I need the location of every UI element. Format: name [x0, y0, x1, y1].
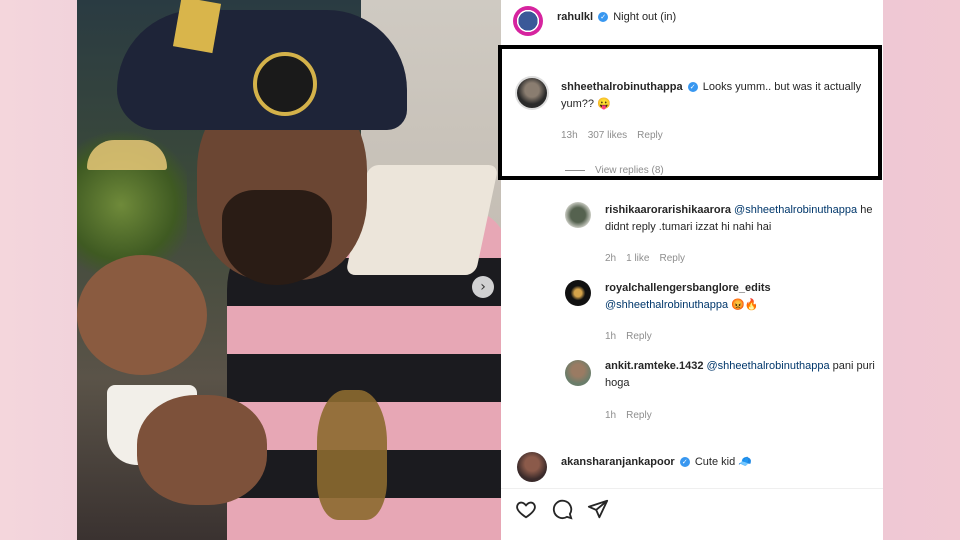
post-actions — [515, 498, 609, 525]
person-hand-holding-cup — [137, 395, 267, 505]
background-umbrella — [87, 140, 167, 170]
divider — [501, 488, 883, 489]
comment: akansharanjankapoor ✓ Cute kid 🧢 — [561, 454, 877, 471]
avatar[interactable] — [565, 202, 591, 228]
comment-meta: 1h Reply — [605, 331, 652, 342]
avatar[interactable] — [513, 6, 543, 36]
heart-icon[interactable] — [515, 498, 537, 525]
reply-button[interactable]: Reply — [626, 410, 652, 421]
cap-badge — [253, 52, 317, 116]
comment-meta: 2h 1 like Reply — [605, 253, 685, 264]
comment-username[interactable]: ankit.ramteke.1432 — [605, 360, 703, 372]
comment-meta: 1h Reply — [605, 410, 652, 421]
avatar[interactable] — [517, 452, 547, 482]
comment-icon[interactable] — [551, 498, 573, 525]
mention-link[interactable]: @shheethalrobinuthappa — [605, 299, 728, 311]
comment-username[interactable]: royalchallengersbanglore_edits — [605, 282, 771, 294]
reply-button[interactable]: Reply — [626, 331, 652, 342]
mention-link[interactable]: @shheethalrobinuthappa — [707, 360, 830, 372]
verified-badge-icon: ✓ — [598, 12, 609, 23]
person-hand — [77, 255, 207, 375]
post-caption: rahulkl ✓ Night out (in) — [557, 9, 877, 26]
avatar[interactable] — [565, 360, 591, 386]
post-video[interactable]: › — [77, 0, 501, 540]
comment-time: 2h — [605, 253, 617, 264]
comment-text: 😡🔥 — [728, 299, 759, 311]
comment-likes[interactable]: 1 like — [626, 253, 649, 264]
comment-time: 1h — [605, 331, 617, 342]
author-username[interactable]: rahulkl — [557, 11, 593, 23]
chevron-right-icon[interactable]: › — [472, 276, 494, 298]
send-icon[interactable] — [587, 498, 609, 525]
reply-comment: royalchallengersbanglore_edits @shheetha… — [605, 280, 881, 314]
caption-text: Night out (in) — [613, 11, 677, 23]
verified-badge-icon: ✓ — [679, 457, 690, 468]
highlight-box — [498, 45, 882, 180]
comment-time: 1h — [605, 410, 617, 421]
comment-username[interactable]: akansharanjankapoor — [561, 456, 675, 468]
shirt-embroidery — [317, 390, 387, 520]
shirt-collar — [345, 165, 499, 275]
comment-text: Cute kid 🧢 — [694, 456, 752, 468]
reply-button[interactable]: Reply — [659, 253, 685, 264]
avatar[interactable] — [565, 280, 591, 306]
reply-comment: ankit.ramteke.1432 @shheethalrobinuthapp… — [605, 358, 881, 392]
comment-username[interactable]: rishikaarorarishikaarora — [605, 204, 731, 216]
person-beard — [222, 190, 332, 285]
mention-link[interactable]: @shheethalrobinuthappa — [734, 204, 857, 216]
reply-comment: rishikaarorarishikaarora @shheethalrobin… — [605, 202, 881, 236]
